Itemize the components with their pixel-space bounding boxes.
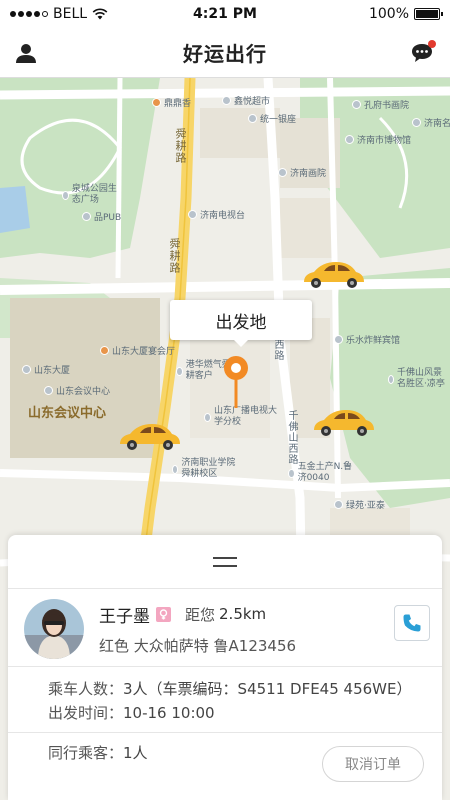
order-panel: 王子墨 距您 2.5km 红色 大众帕萨特 鲁A123456 乘车人数： 3人（… <box>8 535 442 800</box>
cancel-order-button[interactable]: 取消订单 <box>322 746 424 782</box>
call-driver-button[interactable] <box>394 605 430 641</box>
location-pin-icon <box>224 356 248 408</box>
poi: 济南名泉 <box>412 116 450 129</box>
page-title: 好运出行 <box>183 42 267 66</box>
poi: 乐水炸鲜宾馆 <box>334 333 400 346</box>
depart-time-label: 出发时间： <box>48 704 124 722</box>
phone-icon <box>403 614 421 632</box>
road-label: 千佛山西路 <box>286 410 297 465</box>
poi: 统一银座 <box>248 112 296 125</box>
poi: 济南职业学院舜耕校区 <box>172 458 238 480</box>
poi: 济南电视台 <box>188 208 245 221</box>
drag-handle[interactable] <box>8 535 442 589</box>
user-icon <box>16 44 36 63</box>
poi: 山东大厦 <box>22 363 70 376</box>
unread-badge <box>428 40 436 48</box>
wifi-icon <box>92 8 108 20</box>
battery-fill <box>416 10 438 18</box>
poi: 品PUB <box>82 210 121 223</box>
distance-label: 距您 <box>185 605 216 624</box>
poi: 山东大厦宴会厅 <box>100 344 175 357</box>
poi: 五金土产N.鲁济0040 <box>288 462 354 484</box>
status-left: BELL <box>10 6 108 22</box>
battery-percent: 100% <box>368 6 409 22</box>
battery-icon <box>414 8 443 20</box>
companions-value: 1人 <box>123 744 148 762</box>
car-icon[interactable] <box>310 408 376 438</box>
poi: 孔府书画院 <box>352 98 409 111</box>
divider <box>8 732 442 733</box>
female-icon <box>156 606 171 622</box>
driver-name: 王子墨 <box>99 606 150 627</box>
poi: 鼎鼎香 <box>152 96 191 109</box>
road-label: 舜耕路 <box>174 128 187 164</box>
status-bar: BELL 4:21 PM 100% <box>0 0 450 28</box>
signal-icon <box>10 11 48 17</box>
poi: 济南市博物馆 <box>345 133 411 146</box>
car-icon[interactable] <box>116 422 182 452</box>
distance-value: 2.5km <box>219 605 267 623</box>
car-icon[interactable] <box>300 260 366 290</box>
poi: 鑫悦超市 <box>222 94 270 107</box>
depart-time-value: 10-16 10:00 <box>123 704 215 722</box>
car-description: 红色 大众帕萨特 鲁A123456 <box>99 637 297 655</box>
profile-button[interactable] <box>10 38 42 68</box>
poi: 泉城公园生态广场 <box>62 184 122 206</box>
driver-card: 王子墨 距您 2.5km 红色 大众帕萨特 鲁A123456 <box>8 589 442 667</box>
carrier-label: BELL <box>53 6 88 22</box>
map-district-label: 山东会议中心 <box>28 406 107 421</box>
driver-info: 王子墨 距您 2.5km 红色 大众帕萨特 鲁A123456 <box>99 599 296 656</box>
road-label: 舜耕路 <box>168 238 181 274</box>
poi: 山东会议中心 <box>44 384 110 397</box>
status-right: 100% <box>368 6 443 22</box>
companions-label: 同行乘客： <box>48 744 124 762</box>
poi: 千佛山风景名胜区·凉亭 <box>388 368 450 390</box>
passengers-label: 乘车人数： <box>48 680 124 698</box>
messages-button[interactable] <box>406 38 438 68</box>
avatar <box>24 599 84 659</box>
passengers-value: 3人（车票编码：S4511 DFE45 456WE） <box>123 680 412 698</box>
poi: 济南画院 <box>278 166 326 179</box>
drag-handle-icon <box>213 556 237 567</box>
header: 好运出行 <box>0 28 450 78</box>
poi: 绿苑·亚泰 <box>334 498 385 511</box>
pickup-label[interactable]: 出发地 <box>170 300 312 347</box>
